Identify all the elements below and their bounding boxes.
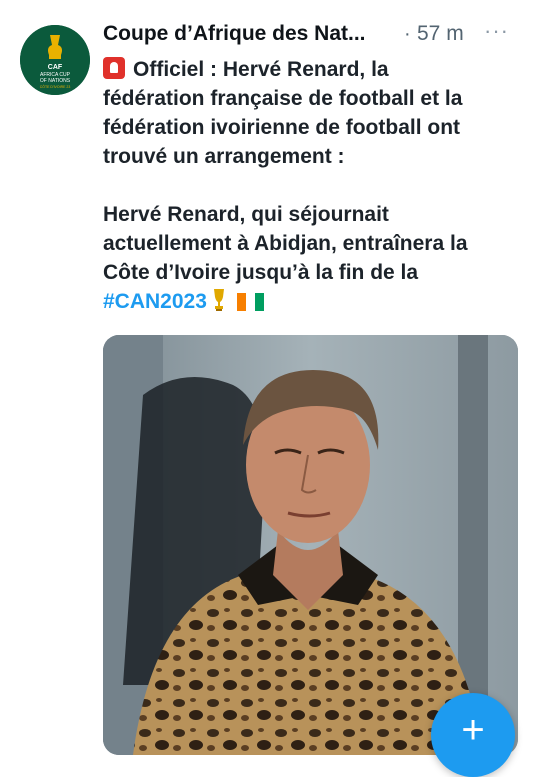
tweet-line-5: Hervé Renard, qui séjournait xyxy=(103,203,389,226)
tweet-text: Officiel : Hervé Renard, la fédération f… xyxy=(103,55,523,316)
tweet-line-4: trouvé un arrangement : xyxy=(103,145,345,168)
tweet-line-1-text: Officiel : Hervé Renard, la xyxy=(133,58,389,81)
timestamp[interactable]: 57 m xyxy=(417,22,464,46)
tweet-line-1: Officiel : Hervé Renard, la xyxy=(103,55,523,84)
tweet-line-3: fédération ivoirienne de football ont xyxy=(103,116,461,139)
tweet-line-8: #CAN2023 xyxy=(103,287,523,316)
avatar-line4: CÔTE D'IVOIRE 23 xyxy=(40,84,71,89)
photo-illustration xyxy=(103,335,518,755)
tweet-line-6: actuellement à Abidjan, entraînera la xyxy=(103,232,468,255)
separator-dot: · xyxy=(404,23,411,45)
police-light-icon xyxy=(103,57,125,79)
ivory-coast-flag-icon xyxy=(236,293,264,311)
afcon-logo: CAF AFRICA CUP OF NATIONS CÔTE D'IVOIRE … xyxy=(20,25,90,95)
more-icon[interactable]: ··· xyxy=(484,18,509,44)
avatar[interactable]: CAF AFRICA CUP OF NATIONS CÔTE D'IVOIRE … xyxy=(20,25,90,95)
tweet-photo[interactable] xyxy=(103,335,518,755)
avatar-line3: OF NATIONS xyxy=(40,78,71,84)
compose-plus-icon[interactable]: + xyxy=(431,693,515,777)
tweet-line-7: Côte d’Ivoire jusqu’à la fin de la xyxy=(103,261,419,284)
avatar-caf: CAF xyxy=(48,64,63,71)
author-name[interactable]: Coupe d’Afrique des Nat... xyxy=(103,22,366,46)
tweet-line-2: fédération française de football et la xyxy=(103,87,463,110)
trophy-icon xyxy=(213,289,224,311)
tweet-header: Coupe d’Afrique des Nat... · 57 m ··· xyxy=(103,18,523,52)
hashtag-link[interactable]: #CAN2023 xyxy=(103,290,207,313)
